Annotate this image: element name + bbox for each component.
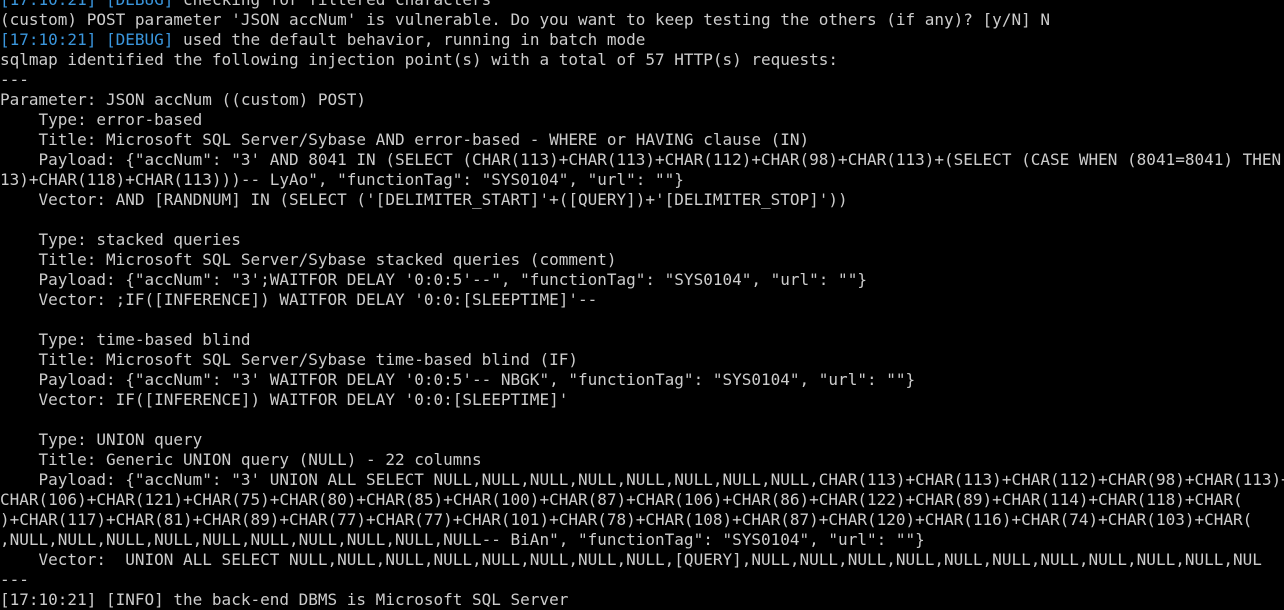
log-text: Type: error-based [0, 110, 203, 129]
log-text: Payload: {"accNum": "3' AND 8041 IN (SEL… [38, 150, 1282, 169]
log-text: checking for filtered characters [173, 0, 491, 9]
log-text: 13)+CHAR(118)+CHAR(113)))-- LyAo", "func… [0, 170, 684, 189]
log-text: Vector: UNION ALL SELECT NULL,NULL,NULL,… [0, 550, 1262, 569]
terminal-line: [17:10:21] [DEBUG] used the default beha… [0, 30, 1284, 50]
log-text: used the default behavior, running in ba… [173, 30, 646, 49]
log-text: )+CHAR(117)+CHAR(81)+CHAR(89)+CHAR(77)+C… [0, 510, 1253, 529]
terminal-line: )+CHAR(117)+CHAR(81)+CHAR(89)+CHAR(77)+C… [0, 510, 1284, 530]
log-timestamp: [17:10:21] [0, 0, 96, 9]
log-text: --- [0, 70, 29, 89]
log-text: Title: Generic UNION query (NULL) - 22 c… [0, 450, 482, 469]
terminal-line: [17:10:21] [INFO] the back-end DBMS is M… [0, 590, 1284, 610]
log-text: Vector: IF([INFERENCE]) WAITFOR DELAY '0… [0, 390, 569, 409]
log-text: Payload: {"accNum": "3' UNION ALL SELECT… [0, 470, 1284, 489]
terminal-line: Title: Microsoft SQL Server/Sybase stack… [0, 250, 1284, 270]
log-timestamp: [17:10:21] [0, 30, 97, 49]
terminal-line: Payload: {"accNum": "3' AND 8041 IN (SEL… [0, 150, 1284, 170]
terminal-line: Parameter: JSON accNum ((custom) POST) [0, 90, 1284, 110]
terminal-line: CHAR(106)+CHAR(121)+CHAR(75)+CHAR(80)+CH… [0, 490, 1284, 510]
terminal-line: Vector: UNION ALL SELECT NULL,NULL,NULL,… [0, 550, 1284, 570]
log-text: Type: UNION query [0, 430, 203, 449]
log-level-tag: [DEBUG] [105, 30, 174, 49]
terminal-line: (custom) POST parameter 'JSON accNum' is… [0, 10, 1284, 30]
log-level-tag: [DEBUG] [106, 0, 173, 9]
terminal-line: Type: UNION query [0, 430, 1284, 450]
terminal-line: Title: Microsoft SQL Server/Sybase time-… [0, 350, 1284, 370]
log-text: ,NULL,NULL,NULL,NULL,NULL,NULL,NULL,NULL… [0, 530, 925, 549]
terminal-line: Payload: {"accNum": "3' UNION ALL SELECT… [0, 470, 1284, 490]
log-text: Vector: AND [RANDNUM] IN (SELECT ('[DELI… [0, 190, 848, 209]
log-text: Title: Microsoft SQL Server/Sybase AND e… [0, 130, 810, 149]
terminal-line: sqlmap identified the following injectio… [0, 50, 1284, 70]
terminal-line: Payload: {"accNum": "3' WAITFOR DELAY '0… [0, 370, 1284, 390]
terminal-line: ,NULL,NULL,NULL,NULL,NULL,NULL,NULL,NULL… [0, 530, 1284, 550]
terminal-line: Vector: AND [RANDNUM] IN (SELECT ('[DELI… [0, 190, 1284, 210]
terminal-line: Vector: ;IF([INFERENCE]) WAITFOR DELAY '… [0, 290, 1284, 310]
terminal-line: --- [0, 70, 1284, 90]
log-text: --- [0, 570, 29, 589]
log-text: sqlmap identified the following injectio… [0, 50, 839, 69]
log-text: (custom) POST parameter 'JSON accNum' is… [0, 10, 1050, 29]
log-text: [17:10:21] [INFO] the back-end DBMS is M… [0, 590, 569, 609]
log-text: Type: time-based blind [0, 330, 251, 349]
log-text: Title: Microsoft SQL Server/Sybase stack… [0, 250, 617, 269]
terminal-line: [17:10:21] [DEBUG] checking for filtered… [0, 0, 1284, 10]
terminal-line: Vector: IF([INFERENCE]) WAITFOR DELAY '0… [0, 390, 1284, 410]
terminal-line: Type: error-based [0, 110, 1284, 130]
terminal-output[interactable]: [17:10:21] [DEBUG] checking for filtered… [0, 0, 1284, 610]
log-text: Payload: {"accNum": "3' WAITFOR DELAY '0… [0, 370, 916, 389]
log-text: Type: stacked queries [0, 230, 241, 249]
log-text: Payload: {"accNum": "3';WAITFOR DELAY '0… [0, 270, 867, 289]
terminal-line: Payload: {"accNum": "3';WAITFOR DELAY '0… [0, 270, 1284, 290]
terminal-line: 13)+CHAR(118)+CHAR(113)))-- LyAo", "func… [0, 170, 1284, 190]
terminal-line: --- [0, 570, 1284, 590]
terminal-line: Type: stacked queries [0, 230, 1284, 250]
log-text: CHAR(106)+CHAR(121)+CHAR(75)+CHAR(80)+CH… [0, 490, 1243, 509]
terminal-line: Type: time-based blind [0, 330, 1284, 350]
log-text: Parameter: JSON accNum ((custom) POST) [0, 90, 367, 109]
log-text: Title: Microsoft SQL Server/Sybase time-… [0, 350, 578, 369]
terminal-line: Title: Microsoft SQL Server/Sybase AND e… [0, 130, 1284, 150]
terminal-line: Title: Generic UNION query (NULL) - 22 c… [0, 450, 1284, 470]
log-text: Vector: ;IF([INFERENCE]) WAITFOR DELAY '… [0, 290, 598, 309]
